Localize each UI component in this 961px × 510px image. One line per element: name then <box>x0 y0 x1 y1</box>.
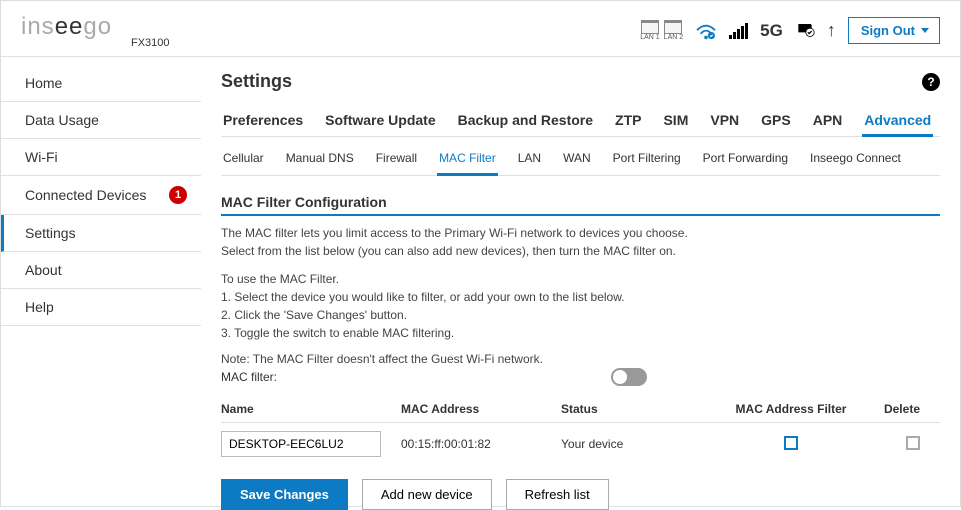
sign-out-label: Sign Out <box>861 23 915 38</box>
add-new-device-button[interactable]: Add new device <box>362 479 492 510</box>
tab-ztp[interactable]: ZTP <box>613 106 643 136</box>
signal-bars-icon <box>729 23 748 39</box>
refresh-list-button[interactable]: Refresh list <box>506 479 609 510</box>
subtab-port-forwarding[interactable]: Port Forwarding <box>701 147 790 175</box>
sidebar-item-connected-devices[interactable]: Connected Devices 1 <box>1 176 201 215</box>
table-header: Name MAC Address Status MAC Address Filt… <box>221 392 940 423</box>
th-status: Status <box>561 402 721 416</box>
subtab-mac-filter[interactable]: MAC Filter <box>437 147 498 176</box>
lan2-icon: LAN 2 <box>664 20 683 41</box>
wifi-icon <box>695 23 717 39</box>
tab-preferences[interactable]: Preferences <box>221 106 305 136</box>
sidebar-item-settings[interactable]: Settings <box>1 215 201 252</box>
connected-devices-badge: 1 <box>169 186 187 204</box>
subtab-port-filtering[interactable]: Port Filtering <box>611 147 683 175</box>
cell-status: Your device <box>561 437 721 451</box>
subtab-firewall[interactable]: Firewall <box>374 147 419 175</box>
th-mac: MAC Address <box>401 402 561 416</box>
tab-backup-restore[interactable]: Backup and Restore <box>456 106 595 136</box>
cell-mac: 00:15:ff:00:01:82 <box>401 437 561 451</box>
main-content: Settings ? Preferences Software Update B… <box>201 57 960 506</box>
header: inseego FX3100 LAN 1 LAN 2 5G ↑ Sign Out <box>1 1 960 57</box>
mac-filter-toggle[interactable] <box>611 368 647 386</box>
th-delete: Delete <box>861 402 940 416</box>
tab-advanced[interactable]: Advanced <box>862 106 933 137</box>
lan1-icon: LAN 1 <box>640 20 659 41</box>
status-check-icon <box>795 19 815 42</box>
note-text: Note: The MAC Filter doesn't affect the … <box>221 352 940 366</box>
sidebar-item-data-usage[interactable]: Data Usage <box>1 102 201 139</box>
help-icon[interactable]: ? <box>922 73 940 91</box>
sidebar-item-wifi[interactable]: Wi-Fi <box>1 139 201 176</box>
th-filter: MAC Address Filter <box>721 402 861 416</box>
page-title: Settings <box>221 71 292 92</box>
brand-model: FX3100 <box>131 37 170 49</box>
tab-software-update[interactable]: Software Update <box>323 106 437 136</box>
tab-vpn[interactable]: VPN <box>708 106 741 136</box>
tabs-primary: Preferences Software Update Backup and R… <box>221 106 940 137</box>
sidebar: Home Data Usage Wi-Fi Connected Devices … <box>1 57 201 506</box>
upload-arrow-icon: ↑ <box>827 20 836 41</box>
subtab-lan[interactable]: LAN <box>516 147 543 175</box>
subtab-manual-dns[interactable]: Manual DNS <box>284 147 356 175</box>
tab-gps[interactable]: GPS <box>759 106 793 136</box>
sidebar-item-home[interactable]: Home <box>1 65 201 102</box>
tab-sim[interactable]: SIM <box>661 106 690 136</box>
delete-checkbox[interactable] <box>906 436 920 450</box>
sign-out-button[interactable]: Sign Out <box>848 17 940 44</box>
subtab-cellular[interactable]: Cellular <box>221 147 266 175</box>
network-type: 5G <box>760 21 783 41</box>
subtab-wan[interactable]: WAN <box>561 147 593 175</box>
chevron-down-icon <box>921 28 929 33</box>
table-row: 00:15:ff:00:01:82 Your device <box>221 423 940 465</box>
th-name: Name <box>221 402 401 416</box>
mac-address-filter-checkbox[interactable] <box>784 436 798 450</box>
tab-apn[interactable]: APN <box>811 106 845 136</box>
instructions: To use the MAC Filter. 1. Select the dev… <box>221 270 940 342</box>
section-title: MAC Filter Configuration <box>221 194 940 216</box>
save-changes-button[interactable]: Save Changes <box>221 479 348 510</box>
sidebar-item-about[interactable]: About <box>1 252 201 289</box>
sidebar-item-help[interactable]: Help <box>1 289 201 326</box>
description: The MAC filter lets you limit access to … <box>221 224 940 260</box>
brand: inseego FX3100 <box>21 13 170 49</box>
device-name-input[interactable] <box>221 431 381 457</box>
subtab-inseego-connect[interactable]: Inseego Connect <box>808 147 903 175</box>
tabs-secondary: Cellular Manual DNS Firewall MAC Filter … <box>221 147 940 176</box>
status-bar: LAN 1 LAN 2 5G ↑ Sign Out <box>640 17 940 44</box>
mac-filter-label: MAC filter: <box>221 370 277 384</box>
